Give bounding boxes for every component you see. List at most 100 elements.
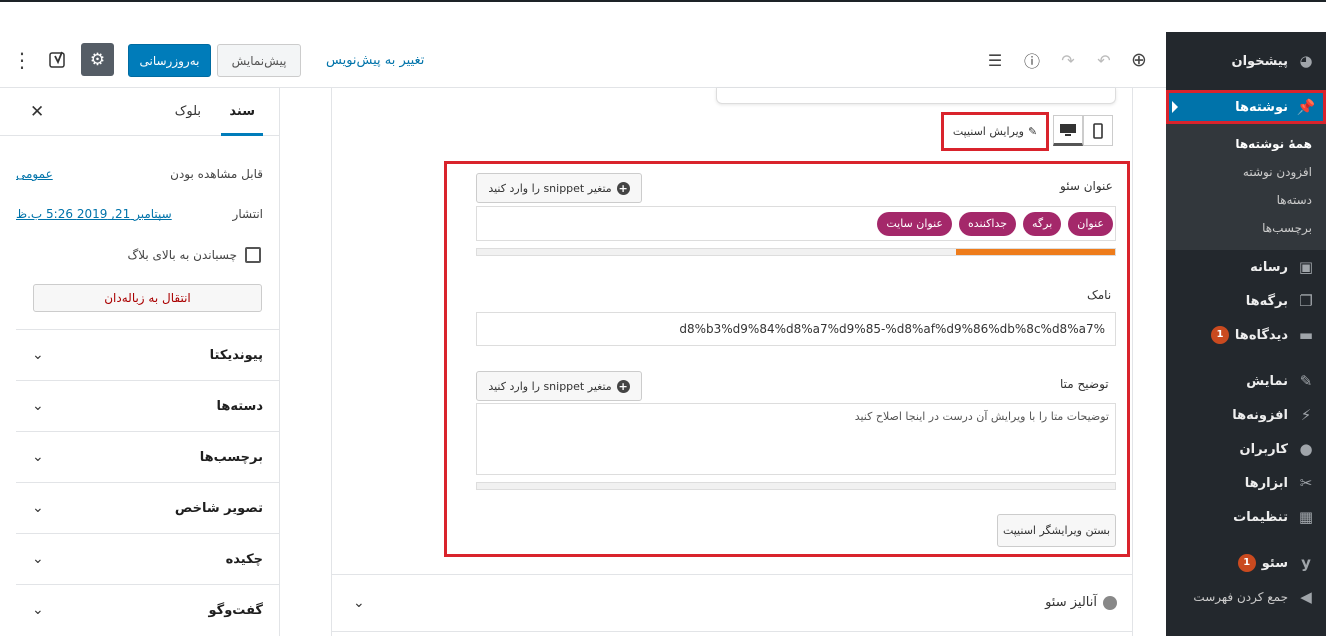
insert-variable-button[interactable]: + متغیر snippet را وارد کنید [476, 173, 642, 203]
editor-canvas: ✎ ویرایش اسنیپت عنوان سئو + متغیر snippe… [280, 88, 1166, 636]
panel-excerpt[interactable]: چکیده ⌄ [16, 533, 279, 584]
gear-icon: ⚙ [89, 49, 106, 70]
chevron-down-icon: ⌄ [353, 595, 365, 611]
tab-block[interactable]: بلوک [175, 88, 201, 136]
edit-snippet-button[interactable]: ✎ ویرایش اسنیپت [941, 112, 1049, 151]
posts-submenu: همهٔ نوشته‌ها افزودن نوشته دسته‌ها برچسب… [1166, 124, 1326, 250]
tab-document[interactable]: سند [221, 88, 263, 136]
stick-row: چسباندن به بالای بلاگ [16, 245, 261, 265]
visibility-label: قابل مشاهده بودن [170, 167, 263, 181]
collapse-menu-button[interactable]: ◀ جمع کردن فهرست [1166, 580, 1326, 614]
mobile-icon [1093, 122, 1103, 139]
title-length-progress [476, 248, 1116, 256]
yoast-icon [49, 51, 65, 68]
panel-title: پیوندیکتا [209, 347, 263, 363]
variable-pill[interactable]: جداکننده [958, 211, 1017, 236]
variable-pill[interactable]: عنوان سایت [877, 211, 952, 236]
submenu-all-posts[interactable]: همهٔ نوشته‌ها [1166, 130, 1326, 158]
comments-count-badge: 1 [1210, 326, 1229, 344]
panel-permalink[interactable]: پیوندیکتا ⌄ [16, 329, 279, 380]
menu-label: ابزارها [1244, 475, 1288, 491]
sidebar-tabs: سند بلوک ✕ [0, 88, 279, 136]
settings-sidebar: سند بلوک ✕ قابل مشاهده بودن عمومی انتشار… [0, 88, 280, 636]
submenu-categories[interactable]: دسته‌ها [1166, 186, 1326, 214]
menu-label: پیشخوان [1231, 53, 1289, 69]
menu-comments[interactable]: ▬ دیدگاه‌ها 1 [1166, 318, 1326, 352]
menu-plugins[interactable]: ⚡ افزونه‌ها [1166, 398, 1326, 432]
publish-date-link[interactable]: سپتامبر 21, 2019 5:26 ب.ظ [16, 207, 172, 221]
slug-input[interactable]: d8%b3%d9%84%d8%a7%d9%85-%d8%af%d9%86%db%… [476, 312, 1116, 346]
panel-categories[interactable]: دسته‌ها ⌄ [16, 380, 279, 431]
update-button[interactable]: به‌روزرسانی [128, 44, 211, 77]
pencil-icon: ✎ [1027, 125, 1038, 138]
menu-appearance[interactable]: ✎ نمایش [1166, 364, 1326, 398]
menu-users[interactable]: ● کاربران [1166, 432, 1326, 466]
chevron-down-icon: ⌄ [32, 398, 44, 414]
panel-tags[interactable]: برچسب‌ها ⌄ [16, 431, 279, 482]
visibility-link[interactable]: عمومی [16, 167, 53, 181]
visibility-row: قابل مشاهده بودن عمومی [16, 164, 263, 184]
plus-circle-icon: + [616, 181, 630, 195]
meta-description-field[interactable]: توضیحات متا را با ویرایش آن درست در اینج… [476, 403, 1116, 475]
insert-variable-label: متغیر snippet را وارد کنید [488, 379, 612, 393]
settings-icon: ▦ [1298, 508, 1314, 526]
menu-media[interactable]: ▣ رسانه [1166, 250, 1326, 284]
media-icon: ▣ [1298, 258, 1314, 276]
add-block-button[interactable]: ⊕ [1126, 48, 1152, 72]
switch-to-draft-link[interactable]: تغییر به پیش‌نویس [326, 48, 424, 72]
mobile-preview-button[interactable] [1083, 115, 1113, 146]
close-snippet-editor-button[interactable]: بستن ویرایشگر اسنیپت [997, 514, 1116, 547]
info-button[interactable]: ⓘ [1019, 48, 1045, 72]
menu-dashboard[interactable]: ◕ پیشخوان [1166, 32, 1326, 90]
undo-button[interactable]: ↶ [1091, 48, 1117, 72]
menu-label: سئو [1261, 555, 1288, 571]
more-options-button[interactable]: ⋮ [10, 46, 34, 74]
panel-discussion[interactable]: گفت‌وگو ⌄ [16, 584, 279, 635]
panel-featured-image[interactable]: تصویر شاخص ⌄ [16, 482, 279, 533]
seo-title-field[interactable]: عنوان برگه جداکننده عنوان سایت [476, 206, 1116, 241]
menu-tools[interactable]: ✂ ابزارها [1166, 466, 1326, 500]
edit-snippet-label: ویرایش اسنیپت [952, 125, 1024, 138]
brush-icon: ✎ [1299, 372, 1313, 390]
move-to-trash-button[interactable]: انتقال به زباله‌دان [33, 284, 262, 312]
variable-pill[interactable]: عنوان [1068, 211, 1113, 236]
menu-label: نوشته‌ها [1235, 99, 1288, 115]
dashboard-icon: ◕ [1299, 52, 1313, 70]
menu-label: نمایش [1246, 373, 1288, 389]
panel-title: گفت‌وگو [208, 602, 263, 618]
meta-length-progress [476, 482, 1116, 490]
menu-label: جمع کردن فهرست [1193, 590, 1288, 604]
menu-posts[interactable]: 📌 نوشته‌ها [1166, 90, 1326, 124]
chevron-down-icon: ⌄ [32, 500, 44, 516]
submenu-add-post[interactable]: افزودن نوشته [1166, 158, 1326, 186]
settings-button[interactable]: ⚙ [81, 43, 114, 76]
stick-checkbox[interactable] [245, 247, 261, 263]
menu-seo[interactable]: y سئو 1 [1166, 546, 1326, 580]
plus-circle-icon: + [616, 379, 630, 393]
menu-label: دیدگاه‌ها [1234, 327, 1288, 343]
desktop-icon [1060, 123, 1076, 136]
menu-settings[interactable]: ▦ تنظیمات [1166, 500, 1326, 534]
seo-analysis-title: آنالیز سئو [1045, 595, 1117, 610]
menu-pages[interactable]: ❐ برگه‌ها [1166, 284, 1326, 318]
collapse-icon: ◀ [1300, 588, 1312, 606]
undo-icon: ↶ [1097, 50, 1111, 70]
close-icon[interactable]: ✕ [30, 102, 44, 122]
yoast-button[interactable] [44, 46, 72, 74]
insert-variable-button[interactable]: + متغیر snippet را وارد کنید [476, 371, 642, 401]
variable-pill[interactable]: برگه [1023, 211, 1062, 236]
yoast-icon: y [1301, 554, 1311, 572]
publish-label: انتشار [232, 207, 263, 221]
seo-title-label: عنوان سئو [1060, 179, 1113, 193]
user-icon: ● [1299, 440, 1313, 458]
seo-analysis-panel[interactable]: آنالیز سئو ⌄ [331, 574, 1133, 632]
preview-button[interactable]: پیش‌نمایش [217, 44, 301, 77]
desktop-preview-button[interactable] [1053, 115, 1083, 146]
submenu-tags[interactable]: برچسب‌ها [1166, 214, 1326, 242]
redo-button[interactable]: ↷ [1055, 48, 1081, 72]
top-border [0, 0, 1326, 2]
progress-fill [955, 249, 1115, 255]
seo-count-badge: 1 [1237, 554, 1256, 572]
menu-label: تنظیمات [1233, 509, 1288, 525]
outline-button[interactable]: ☰ [982, 48, 1008, 72]
